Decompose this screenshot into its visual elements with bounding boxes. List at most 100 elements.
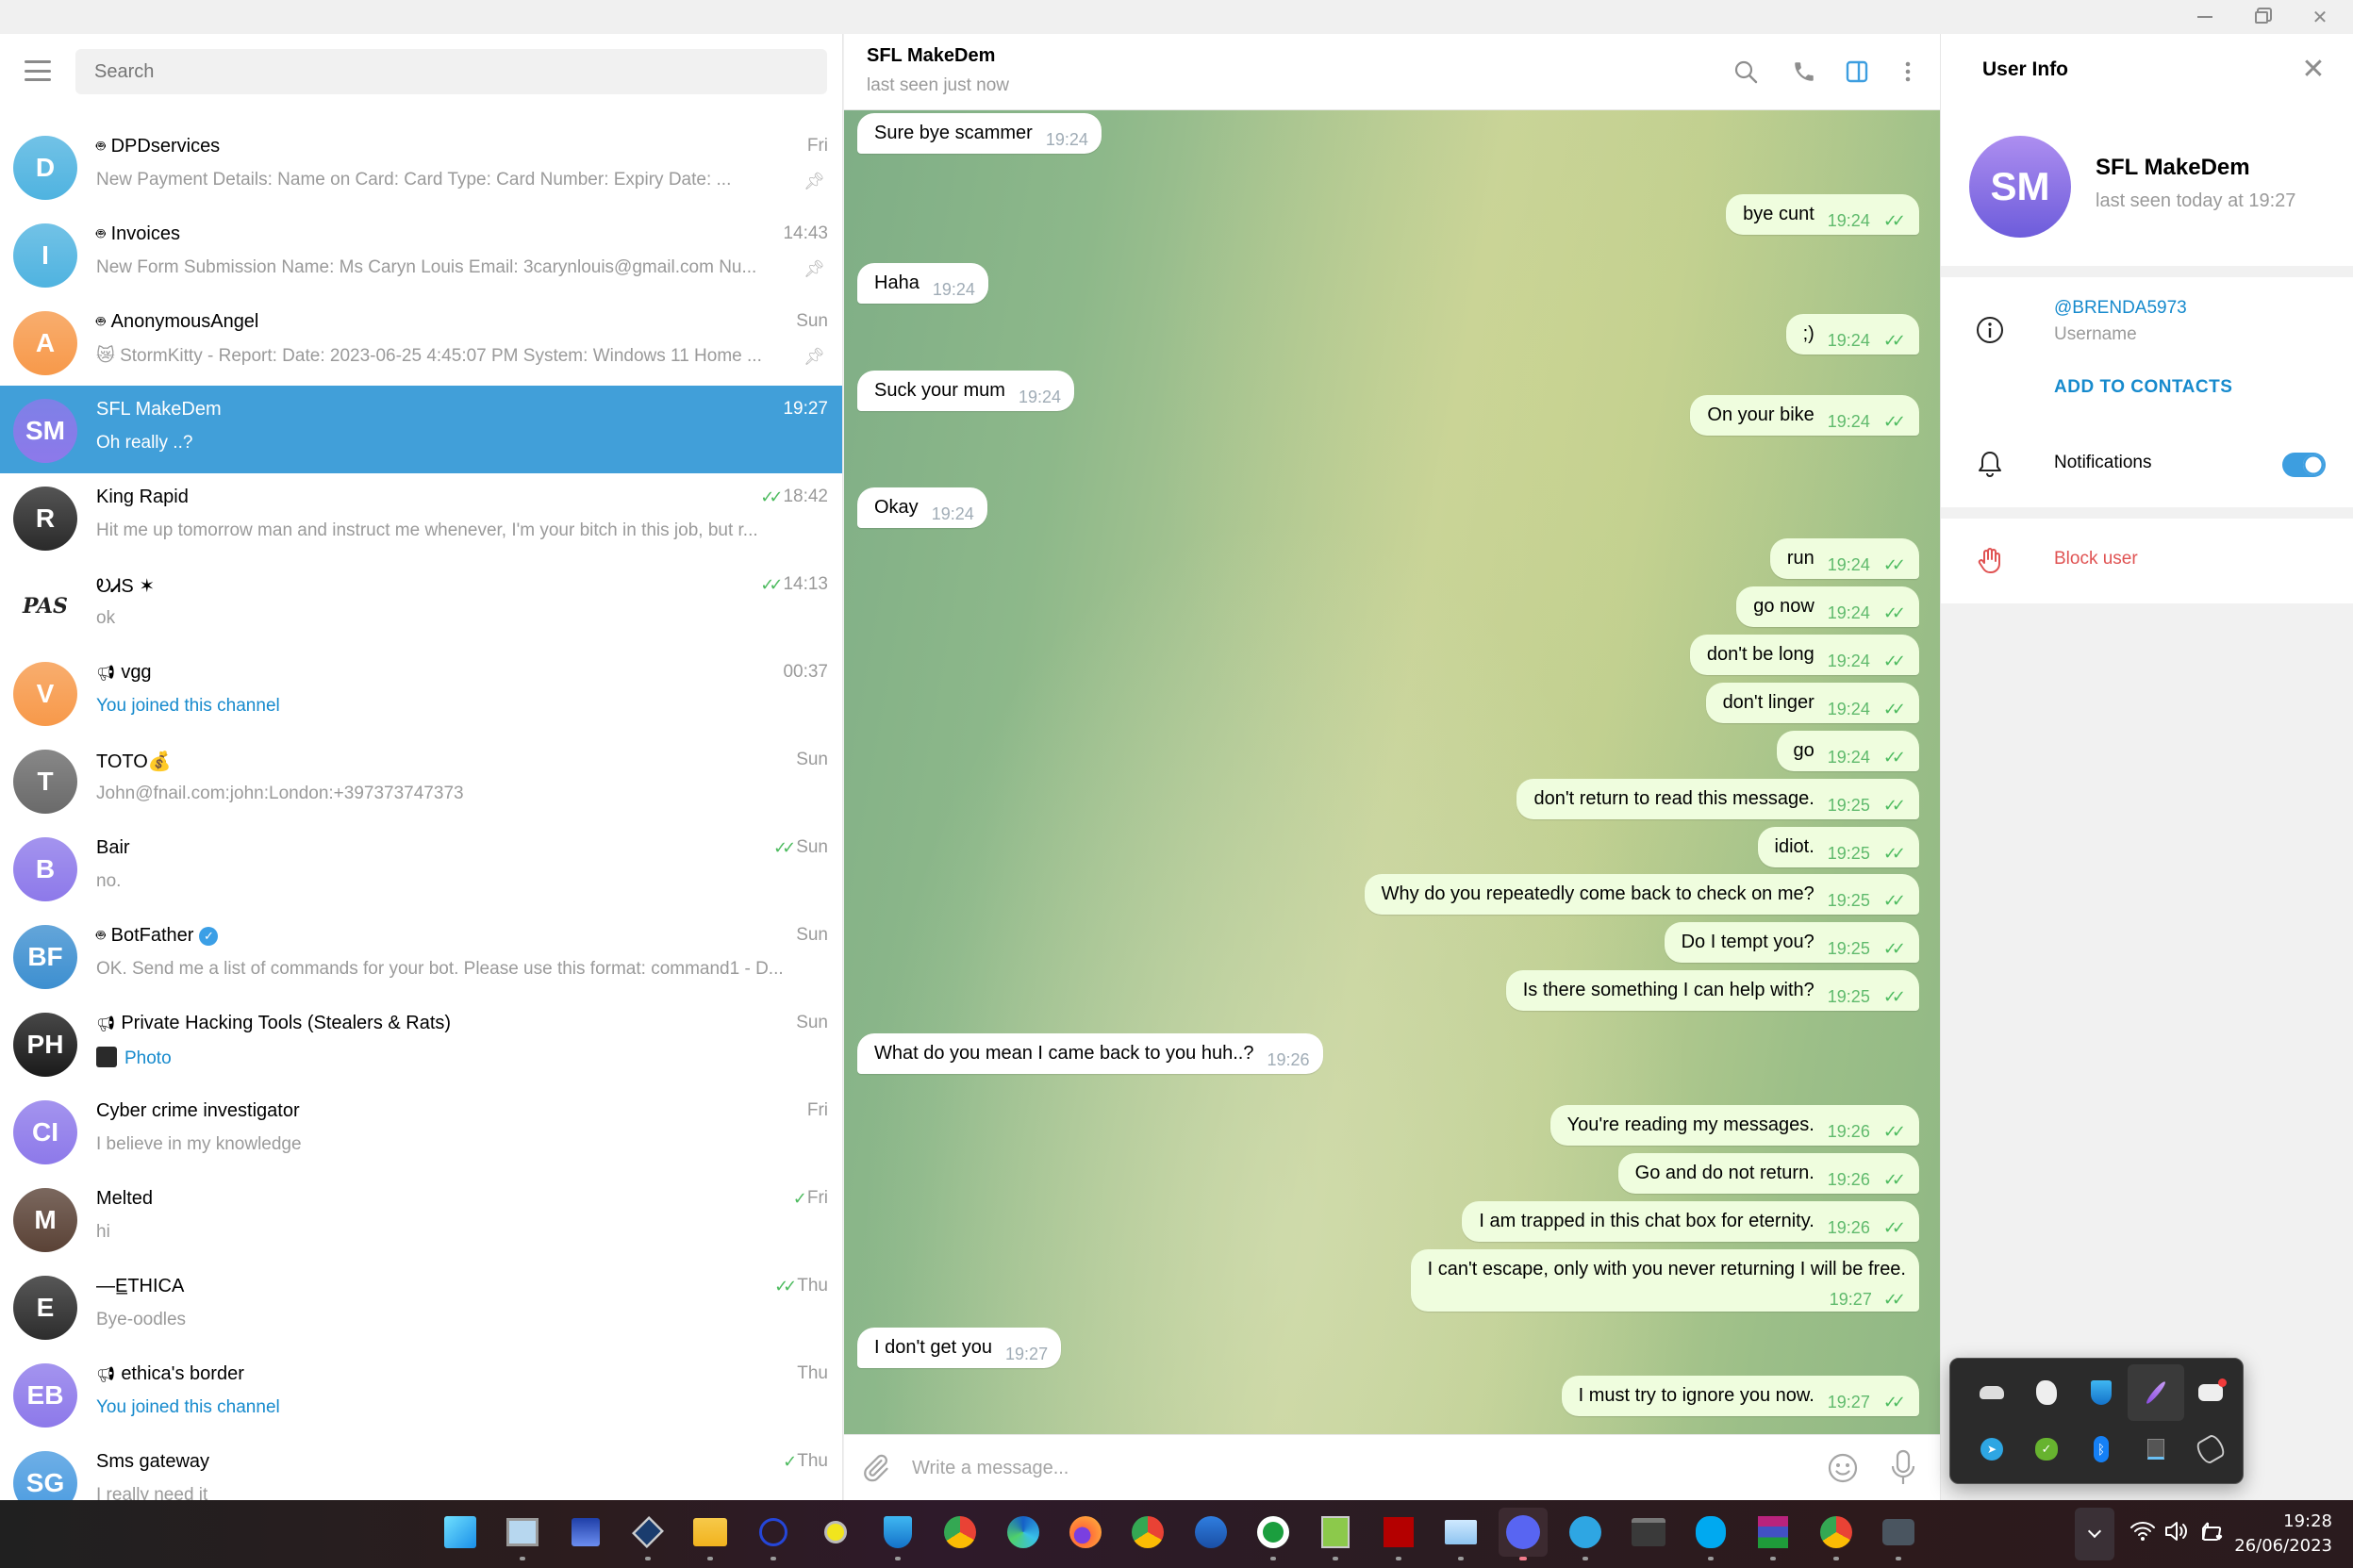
taskbar-virtualbox[interactable] (623, 1508, 672, 1560)
call-button[interactable] (1787, 55, 1821, 89)
taskbar-file-explorer[interactable] (686, 1508, 735, 1560)
taskbar-defender[interactable] (873, 1508, 922, 1560)
username-value[interactable]: @BRENDA5973 (2054, 298, 2187, 319)
window-icon[interactable] (2128, 1421, 2184, 1477)
taskbar-evernote[interactable] (1249, 1508, 1298, 1560)
taskbar-terminal[interactable] (1624, 1508, 1673, 1557)
taskbar-start[interactable] (436, 1508, 485, 1557)
volume-icon[interactable] (2163, 1519, 2192, 1543)
chat-list-item[interactable]: EB 📢︎ ethica's border Thu You joined this ch… (0, 1350, 842, 1438)
outgoing-message[interactable]: don't linger 19:24 ✓✓ (1705, 683, 1919, 723)
notifications-row[interactable]: Notifications (1941, 422, 2353, 507)
incoming-message[interactable]: I don't get you 19:27 (857, 1328, 1062, 1368)
chat-list-item[interactable]: E —E̲THICA ✓✓ Thu Bye-oodles (0, 1263, 842, 1350)
atom-icon[interactable] (2182, 1421, 2239, 1477)
evernote-icon[interactable] (2018, 1364, 2075, 1421)
taskbar-skype[interactable] (1686, 1508, 1735, 1560)
outgoing-message[interactable]: idiot. 19:25 ✓✓ (1757, 827, 1919, 867)
add-to-contacts-button[interactable]: ADD TO CONTACTS (2054, 377, 2232, 398)
taskbar-chrome-2[interactable] (1812, 1508, 1861, 1560)
outgoing-message[interactable]: Go and do not return. 19:26 ✓✓ (1617, 1153, 1919, 1194)
taskbar-search-tool[interactable] (811, 1508, 860, 1557)
discord-icon[interactable] (2182, 1364, 2239, 1421)
chat-list-item[interactable]: PAS ᎧᏗS ✶ ✓✓ 14:13 ok (0, 561, 842, 649)
incoming-message[interactable]: Sure bye scammer 19:24 (857, 113, 1102, 154)
chat-list-item[interactable]: I 🤖︎ Invoices 14:43 New Form Submission Name… (0, 210, 842, 298)
telegram-icon[interactable]: ➤ (1964, 1421, 2020, 1477)
outgoing-message[interactable]: I can't escape, only with you never retu… (1410, 1249, 1919, 1312)
outgoing-message[interactable]: go 19:24 ✓✓ (1776, 731, 1919, 771)
chat-list-item[interactable]: B Bair ✓✓ Sun no. (0, 824, 842, 912)
message-input[interactable] (912, 1446, 1855, 1490)
outgoing-message[interactable]: On your bike 19:24 ✓✓ (1690, 395, 1919, 436)
taskbar-electrum[interactable] (749, 1508, 798, 1560)
defender-icon[interactable] (2073, 1364, 2129, 1421)
outgoing-message[interactable]: I am trapped in this chat box for eterni… (1462, 1201, 1919, 1242)
chat-list-item[interactable]: V 📢︎ vgg 00:37 You joined this channel (0, 649, 842, 736)
outgoing-message[interactable]: bye cunt 19:24 ✓✓ (1726, 194, 1919, 235)
search-input[interactable] (75, 49, 827, 94)
battery-sync-icon[interactable] (2199, 1519, 2228, 1543)
outgoing-message[interactable]: ;) 19:24 ✓✓ (1785, 314, 1919, 355)
chat-list-item[interactable]: PH 📢︎ Private Hacking Tools (Stealers & Ra… (0, 999, 842, 1087)
chat-list-item[interactable]: D 🤖︎ DPDservices Fri New Payment Details: Na… (0, 123, 842, 210)
chat-list-item[interactable]: M Melted ✓ Fri hi (0, 1175, 842, 1263)
taskbar-edge[interactable] (999, 1508, 1048, 1557)
minimize-button[interactable] (2179, 0, 2231, 34)
checkmark-app-icon[interactable]: ✓ (2018, 1421, 2075, 1477)
block-user-button[interactable]: Block user (2054, 549, 2138, 569)
taskbar-firefox[interactable] (1061, 1508, 1110, 1557)
taskbar-remote-desktop[interactable] (561, 1508, 610, 1557)
chat-list-item[interactable]: R King Rapid ✓✓ 18:42 Hit me up tomorrow man… (0, 473, 842, 561)
message-history[interactable]: Sure bye scammer 19:24 bye cunt 19:24 ✓✓ Haha… (844, 110, 1940, 1434)
show-hidden-icons-button[interactable] (2075, 1508, 2114, 1560)
chat-list-item[interactable]: SM SFL MakeDem 19:27 Oh really ..? (0, 386, 842, 473)
incoming-message[interactable]: Okay 19:24 (857, 487, 987, 528)
outgoing-message[interactable]: Is there something I can help with? 19:25… (1505, 970, 1919, 1011)
taskbar-winrar[interactable] (1748, 1508, 1798, 1560)
close-panel-button[interactable]: ✕ (2299, 56, 2328, 85)
voice-record-button[interactable] (1887, 1448, 1919, 1486)
outgoing-message[interactable]: don't return to read this message. 19:25 ✓… (1516, 779, 1919, 819)
outgoing-message[interactable]: don't be long 19:24 ✓✓ (1689, 635, 1919, 675)
taskbar-chrome-profile[interactable] (1123, 1508, 1172, 1557)
taskbar-mail-app[interactable] (1436, 1508, 1485, 1560)
taskbar-chrome[interactable] (936, 1508, 985, 1557)
bluetooth-icon[interactable]: ᛒ (2073, 1421, 2129, 1477)
outgoing-message[interactable]: You're reading my messages. 19:26 ✓✓ (1549, 1105, 1919, 1146)
outgoing-message[interactable]: run 19:24 ✓✓ (1769, 538, 1919, 579)
outgoing-message[interactable]: Why do you repeatedly come back to check… (1364, 874, 1919, 915)
feather-icon[interactable] (2128, 1364, 2184, 1421)
chat-list-item[interactable]: A 🤖︎ AnonymousAngel Sun 😿 StormKitty - Repor… (0, 298, 842, 386)
outgoing-message[interactable]: go now 19:24 ✓✓ (1736, 586, 1919, 627)
notifications-toggle[interactable] (2282, 453, 2326, 477)
profile-avatar[interactable]: SM (1969, 136, 2071, 238)
taskbar-thunderbird[interactable] (1186, 1508, 1235, 1557)
close-window-button[interactable]: ✕ (2294, 0, 2346, 34)
menu-icon[interactable] (25, 60, 51, 81)
incoming-message[interactable]: Haha 19:24 (857, 263, 988, 304)
emoji-button[interactable] (1827, 1452, 1859, 1484)
taskbar-resource-monitor[interactable] (498, 1508, 547, 1560)
incoming-message[interactable]: What do you mean I came back to you huh.… (857, 1033, 1323, 1074)
chat-list-item[interactable]: SG Sms gateway ✓ Thu I really need it (0, 1438, 842, 1500)
wifi-icon[interactable] (2129, 1519, 2156, 1543)
chat-title[interactable]: SFL MakeDem (867, 45, 995, 67)
more-options-button[interactable] (1891, 55, 1925, 89)
chat-list-item[interactable]: BF 🤖︎ BotFather ✓ Sun OK. Send me a list of c… (0, 912, 842, 999)
taskbar-discord[interactable] (1499, 1508, 1549, 1560)
taskbar-camera[interactable] (1874, 1508, 1923, 1560)
onedrive-icon[interactable] (1964, 1364, 2020, 1421)
toggle-info-panel-button[interactable] (1840, 55, 1874, 89)
clock[interactable]: 19:28 26/06/2023 (2234, 1510, 2332, 1559)
outgoing-message[interactable]: Do I tempt you? 19:25 ✓✓ (1664, 922, 1919, 963)
taskbar-filezilla[interactable] (1374, 1508, 1423, 1560)
chat-list-item[interactable]: T TOTO💰 Sun John@fnail.com:john:London:+397… (0, 736, 842, 824)
outgoing-message[interactable]: I must try to ignore you now. 19:27 ✓✓ (1561, 1376, 1919, 1416)
attach-button[interactable] (859, 1452, 891, 1484)
search-button[interactable] (1729, 55, 1763, 89)
incoming-message[interactable]: Suck your mum 19:24 (857, 371, 1074, 411)
block-user-row[interactable]: Block user (1941, 519, 2353, 603)
chat-list-item[interactable]: CI Cyber crime investigator Fri I believe i… (0, 1087, 842, 1175)
restore-button[interactable] (2235, 0, 2288, 34)
